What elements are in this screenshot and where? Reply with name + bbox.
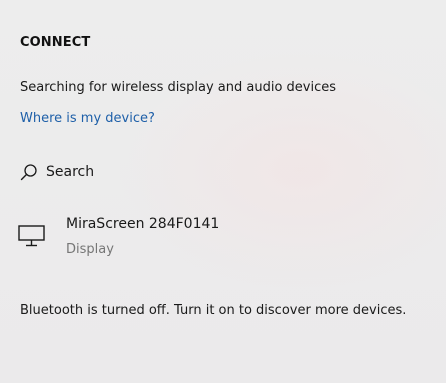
search-icon <box>20 164 37 181</box>
panel-title: CONNECT <box>20 35 91 50</box>
device-item[interactable]: MiraScreen 284F0141 Display <box>18 214 418 266</box>
connect-panel: CONNECT Searching for wireless display a… <box>0 0 446 383</box>
search-label: Search <box>46 164 95 180</box>
device-name: MiraScreen 284F0141 <box>66 216 220 232</box>
monitor-icon <box>18 225 45 247</box>
bluetooth-off-message: Bluetooth is turned off. Turn it on to d… <box>20 303 407 318</box>
device-type: Display <box>66 242 114 257</box>
search-status-text: Searching for wireless display and audio… <box>20 80 337 95</box>
search-button[interactable]: Search <box>20 160 94 184</box>
where-is-my-device-link[interactable]: Where is my device? <box>20 111 155 126</box>
